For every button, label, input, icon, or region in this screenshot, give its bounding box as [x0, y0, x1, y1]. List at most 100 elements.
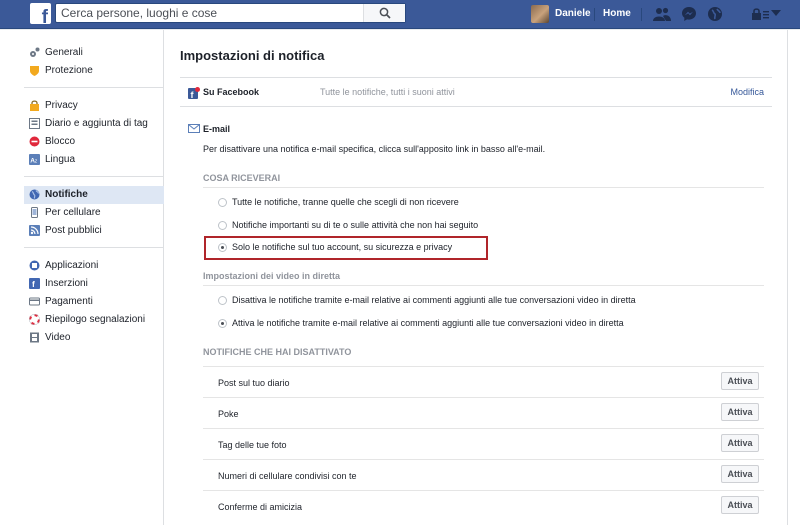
sidebar-item-label: Video [45, 332, 71, 343]
settings-page: Generali Protezione Privacy Diario e agg… [0, 30, 800, 525]
svg-text:f: f [32, 279, 35, 289]
activate-button[interactable]: Attiva [721, 434, 759, 452]
sidebar-item-label: Generali [45, 47, 83, 58]
option-label: Attiva le notifiche tramite e-mail relat… [232, 318, 624, 328]
envelope-icon [188, 124, 200, 133]
facebook-logo-letter: f [41, 7, 48, 28]
sidebar-item-label: Inserzioni [45, 278, 88, 289]
sidebar-item-label: Notifiche [45, 189, 88, 200]
block-icon [29, 136, 40, 147]
apps-icon [29, 260, 40, 271]
search-icon [379, 7, 391, 19]
card-icon [29, 297, 40, 306]
disabled-notification-row: Conferme di amicizia Attiva [203, 490, 764, 521]
email-label: E-mail [203, 124, 231, 134]
content-border [787, 30, 788, 525]
notification-label: Post sul tuo diario [218, 378, 290, 388]
friends-icon[interactable] [653, 6, 671, 22]
sidebar-item-video[interactable]: Video [24, 329, 164, 347]
on-facebook-label: Su Facebook [203, 87, 260, 97]
option-label: Tutte le notifiche, tranne quelle che sc… [232, 197, 459, 207]
lock-icon [30, 100, 39, 111]
sidebar-item-applicazioni[interactable]: Applicazioni [24, 257, 164, 275]
rss-icon [29, 225, 40, 236]
mobile-icon [31, 207, 38, 218]
notification-label: Poke [218, 409, 239, 419]
receive-heading: COSA RICEVERAI [203, 173, 281, 183]
page-title: Impostazioni di notifica [180, 48, 325, 63]
sidebar-item-label: Per cellulare [45, 207, 101, 218]
email-description: Per disattivare una notifica e-mail spec… [203, 144, 546, 154]
lock-icon[interactable] [751, 6, 771, 22]
film-icon [30, 332, 39, 343]
profile-link[interactable]: Daniele [555, 8, 591, 19]
radio-button[interactable] [218, 296, 227, 305]
timeline-icon [29, 118, 40, 129]
sidebar-item-riepilogo[interactable]: Riepilogo segnalazioni [24, 311, 164, 329]
nav-divider [641, 8, 642, 21]
disabled-notification-row: Tag delle tue foto Attiva [203, 428, 764, 459]
sidebar-item-label: Applicazioni [45, 260, 99, 271]
disabled-notification-row: Poke Attiva [203, 397, 764, 428]
settings-sidebar: Generali Protezione Privacy Diario e agg… [24, 44, 164, 363]
gear-icon [30, 47, 40, 57]
messenger-icon[interactable] [681, 6, 697, 22]
search-input[interactable] [61, 5, 361, 21]
chevron-down-icon[interactable] [771, 10, 781, 16]
sidebar-item-label: Privacy [45, 100, 78, 111]
activate-button[interactable]: Attiva [721, 465, 759, 483]
divider [203, 285, 764, 286]
home-link[interactable]: Home [603, 8, 631, 19]
sidebar-item-notifiche[interactable]: Notifiche [24, 186, 164, 204]
sidebar-item-pagamenti[interactable]: Pagamenti [24, 293, 164, 311]
sidebar-group-notifications: Notifiche Per cellulare Post pubblici [24, 186, 164, 248]
avatar[interactable] [531, 5, 549, 23]
radio-button[interactable] [218, 198, 227, 207]
disabled-heading: NOTIFICHE CHE HAI DISATTIVATO [203, 347, 352, 357]
sidebar-item-label: Diario e aggiunta di tag [45, 118, 148, 129]
activate-button[interactable]: Attiva [721, 403, 759, 421]
activate-button[interactable]: Attiva [721, 372, 759, 390]
sidebar-item-inserzioni[interactable]: f Inserzioni [24, 275, 164, 293]
activate-button[interactable]: Attiva [721, 496, 759, 514]
sidebar-group-privacy: Privacy Diario e aggiunta di tag Blocco … [24, 97, 164, 177]
facebook-notification-icon: f [188, 87, 200, 99]
on-facebook-row[interactable]: f Su Facebook Tutte le notifiche, tutti … [180, 78, 772, 107]
sidebar-item-diario[interactable]: Diario e aggiunta di tag [24, 115, 164, 133]
sidebar-item-label: Blocco [45, 136, 76, 147]
option-label: Notifiche importanti su di te o sulle at… [232, 220, 479, 230]
sidebar-group-apps: Applicazioni f Inserzioni Pagamenti Riep… [24, 257, 164, 354]
radio-button-selected[interactable] [218, 319, 227, 328]
sidebar-item-lingua[interactable]: Az Lingua [24, 151, 164, 169]
sidebar-item-post-pubblici[interactable]: Post pubblici [24, 222, 164, 240]
top-bar: f Daniele Home [0, 0, 800, 29]
sidebar-item-label: Lingua [45, 154, 76, 165]
sidebar-item-cellulare[interactable]: Per cellulare [24, 204, 164, 222]
divider [203, 187, 764, 188]
search-button[interactable] [363, 4, 405, 22]
sidebar-item-label: Post pubblici [45, 225, 102, 236]
sidebar-item-generali[interactable]: Generali [24, 44, 164, 62]
sidebar-item-blocco[interactable]: Blocco [24, 133, 164, 151]
notification-label: Tag delle tue foto [218, 440, 287, 450]
disabled-notification-row: Post sul tuo diario Attiva [203, 366, 764, 397]
notification-label: Numeri di cellulare condivisi con te [218, 471, 357, 481]
edit-link[interactable]: Modifica [730, 87, 764, 97]
disabled-notification-row: Numeri di cellulare condivisi con te Att… [203, 459, 764, 490]
sidebar-group-account: Generali Protezione [24, 44, 164, 88]
sidebar-item-label: Riepilogo segnalazioni [45, 314, 146, 325]
selection-highlight-box [204, 236, 488, 260]
lifebuoy-icon [29, 314, 40, 325]
language-icon: Az [29, 154, 40, 165]
sidebar-item-label: Protezione [45, 65, 93, 76]
sidebar-item-label: Pagamenti [45, 296, 93, 307]
shield-icon [30, 66, 39, 76]
on-facebook-value: Tutte le notifiche, tutti i suoni attivi [320, 87, 455, 97]
search-box [55, 3, 406, 23]
facebook-logo[interactable]: f [30, 3, 51, 28]
option-label: Disattiva le notifiche tramite e-mail re… [232, 295, 636, 305]
sidebar-item-protezione[interactable]: Protezione [24, 62, 164, 80]
globe-icon[interactable] [707, 6, 723, 22]
sidebar-item-privacy[interactable]: Privacy [24, 97, 164, 115]
radio-button[interactable] [218, 221, 227, 230]
